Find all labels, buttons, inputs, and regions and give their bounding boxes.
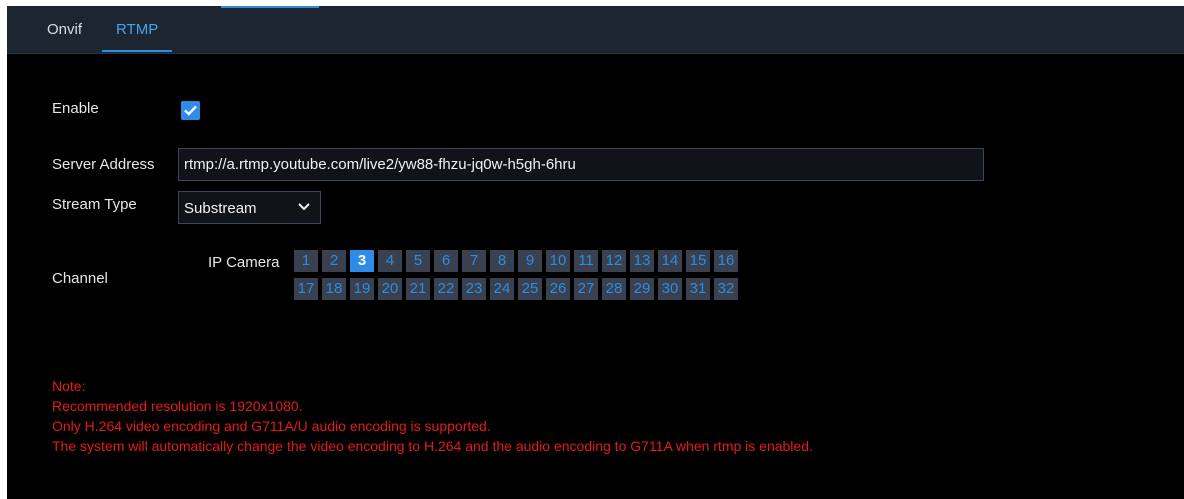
channel-button-2[interactable]: 2 (322, 250, 346, 272)
tab-rtmp[interactable]: RTMP (102, 6, 173, 52)
top-accent-line (221, 6, 319, 8)
channel-row-2: 17 18 19 20 21 22 23 24 25 26 27 28 29 30 31 32 (294, 278, 738, 300)
channel-button-4[interactable]: 4 (378, 250, 402, 272)
enable-checkbox[interactable] (181, 101, 200, 120)
channel-button-7[interactable]: 7 (462, 250, 486, 272)
channel-button-6[interactable]: 6 (434, 250, 458, 272)
channel-button-8[interactable]: 8 (490, 250, 514, 272)
channel-button-24[interactable]: 24 (490, 278, 514, 300)
channel-button-20[interactable]: 20 (378, 278, 402, 300)
channel-button-14[interactable]: 14 (658, 250, 682, 272)
note-line-3: The system will automatically change the… (52, 438, 813, 454)
channel-button-32[interactable]: 32 (714, 278, 738, 300)
enable-label: Enable (52, 100, 99, 117)
stream-type-select[interactable]: Substream (178, 191, 321, 224)
channel-button-19[interactable]: 19 (350, 278, 374, 300)
channel-button-10[interactable]: 10 (546, 250, 570, 272)
channel-button-31[interactable]: 31 (686, 278, 710, 300)
channel-button-17[interactable]: 17 (294, 278, 318, 300)
settings-panel: Onvif RTMP Enable Server Address rtmp://… (7, 6, 1184, 499)
tab-bar: Onvif RTMP (7, 6, 1184, 54)
stream-type-value: Substream (184, 200, 257, 217)
channel-button-12[interactable]: 12 (602, 250, 626, 272)
channel-button-9[interactable]: 9 (518, 250, 542, 272)
window-frame: Onvif RTMP Enable Server Address rtmp://… (0, 0, 1184, 499)
chevron-down-icon (298, 203, 310, 211)
channel-button-13[interactable]: 13 (630, 250, 654, 272)
channel-button-22[interactable]: 22 (434, 278, 458, 300)
channel-button-21[interactable]: 21 (406, 278, 430, 300)
note-block: Note: Recommended resolution is 1920x108… (52, 376, 813, 456)
note-title: Note: (52, 378, 86, 394)
channel-button-28[interactable]: 28 (602, 278, 626, 300)
channel-grid: 1 2 3 4 5 6 7 8 9 10 11 12 13 14 15 16 17 18 19 20 21 22 23 24… (294, 250, 738, 306)
channel-button-27[interactable]: 27 (574, 278, 598, 300)
channel-button-26[interactable]: 26 (546, 278, 570, 300)
stream-type-label: Stream Type (52, 196, 137, 213)
channel-button-3[interactable]: 3 (350, 250, 374, 272)
channel-button-16[interactable]: 16 (714, 250, 738, 272)
channel-button-1[interactable]: 1 (294, 250, 318, 272)
channel-row-1: 1 2 3 4 5 6 7 8 9 10 11 12 13 14 15 16 (294, 250, 738, 272)
server-address-input[interactable]: rtmp://a.rtmp.youtube.com/live2/yw88-fhz… (178, 148, 984, 181)
server-address-label: Server Address (52, 156, 155, 173)
tab-onvif[interactable]: Onvif (33, 6, 96, 52)
channel-button-29[interactable]: 29 (630, 278, 654, 300)
channel-button-18[interactable]: 18 (322, 278, 346, 300)
note-line-1: Recommended resolution is 1920x1080. (52, 398, 303, 414)
channel-button-15[interactable]: 15 (686, 250, 710, 272)
channel-button-23[interactable]: 23 (462, 278, 486, 300)
ip-camera-label: IP Camera (208, 254, 280, 271)
channel-label: Channel (52, 270, 108, 287)
channel-button-25[interactable]: 25 (518, 278, 542, 300)
checkmark-icon (184, 105, 197, 116)
channel-button-5[interactable]: 5 (406, 250, 430, 272)
channel-button-11[interactable]: 11 (574, 250, 598, 272)
channel-button-30[interactable]: 30 (658, 278, 682, 300)
note-line-2: Only H.264 video encoding and G711A/U au… (52, 418, 491, 434)
